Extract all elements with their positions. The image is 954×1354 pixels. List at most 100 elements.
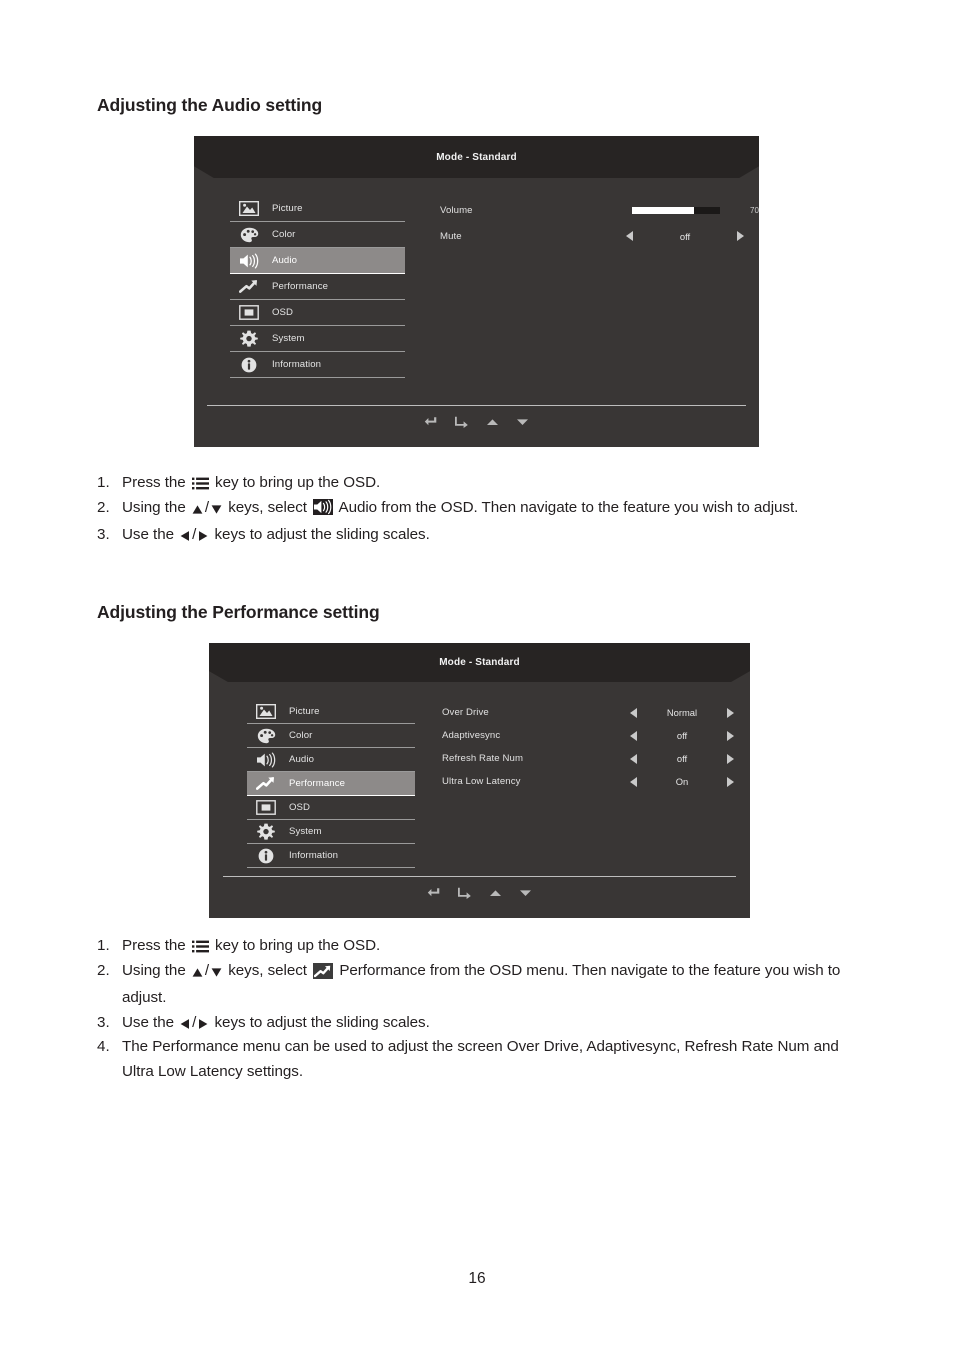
setting-row-over-drive[interactable]: Over Drive Normal [442, 701, 750, 724]
setting-control[interactable]: 70 [626, 206, 759, 215]
up-triangle-icon[interactable] [486, 416, 499, 428]
setting-control[interactable]: off [630, 730, 750, 741]
instruction-list-audio: 1. Press the key to bring up the OSD. 2. Us… [97, 471, 867, 548]
list-item: 3. Use the / keys to adjust the sliding s… [97, 1011, 867, 1036]
sidebar-item-label: Audio [289, 754, 315, 765]
enter-arrow-icon[interactable] [458, 887, 472, 899]
setting-control[interactable]: off [630, 753, 750, 764]
back-arrow-icon[interactable] [424, 416, 438, 428]
list-item-text: Use the / keys to adjust the sliding sca… [122, 1013, 430, 1031]
value-stepper[interactable]: off [630, 753, 734, 764]
list-item: 1. Press the key to bring up the OSD. [97, 471, 867, 496]
left-triangle-icon[interactable] [626, 231, 633, 241]
slider-fill [632, 206, 694, 214]
back-arrow-icon[interactable] [427, 887, 441, 899]
setting-control[interactable]: On [630, 776, 750, 787]
list-item: 3. Use the / keys to adjust the sliding s… [97, 523, 867, 548]
right-triangle-icon[interactable] [727, 730, 734, 741]
gear-icon [255, 823, 277, 841]
value-stepper[interactable]: off [630, 730, 734, 741]
sidebar-item-information[interactable]: Information [247, 844, 415, 868]
left-triangle-icon[interactable] [630, 776, 637, 787]
performance-icon [313, 962, 334, 987]
right-triangle-icon[interactable] [737, 231, 744, 241]
sidebar-item-audio[interactable]: Audio [230, 248, 405, 274]
setting-value: off [676, 753, 688, 764]
right-triangle-icon[interactable] [727, 753, 734, 764]
sidebar-item-osd[interactable]: OSD [247, 796, 415, 820]
osd-header: Mode - Standard [209, 643, 750, 682]
list-item-number: 3. [97, 526, 110, 544]
osd-footer [194, 405, 759, 447]
setting-row-mute[interactable]: Mute off [440, 223, 759, 249]
left-triangle-icon[interactable] [630, 707, 637, 718]
sidebar-item-color[interactable]: Color [230, 222, 405, 248]
down-triangle-icon[interactable] [516, 416, 529, 428]
setting-control[interactable]: off [626, 231, 759, 242]
down-triangle-icon[interactable] [519, 887, 532, 899]
setting-row-refresh-rate-num[interactable]: Refresh Rate Num off [442, 747, 750, 770]
sidebar-item-label: Color [272, 229, 296, 240]
list-item-number: 2. [97, 961, 110, 979]
picture-icon [255, 703, 277, 721]
setting-row-ultra-low-latency[interactable]: Ultra Low Latency On [442, 770, 750, 793]
sidebar-item-performance[interactable]: Performance [247, 772, 415, 796]
sidebar-item-system[interactable]: System [230, 326, 405, 352]
volume-slider[interactable] [632, 206, 720, 214]
setting-value: off [676, 730, 688, 741]
list-item-text: Using the / keys, select Audio from the … [122, 496, 867, 524]
setting-label: Refresh Rate Num [442, 753, 524, 764]
right-triangle-icon[interactable] [727, 776, 734, 787]
speaker-icon [238, 252, 260, 270]
speaker-icon [313, 498, 334, 524]
sidebar-item-audio[interactable]: Audio [247, 748, 415, 772]
left-triangle-icon [180, 1018, 190, 1030]
sidebar-item-picture[interactable]: Picture [230, 196, 405, 222]
palette-icon [238, 226, 260, 244]
left-triangle-icon[interactable] [630, 753, 637, 764]
list-item: 4. The Performance menu can be used to ad… [97, 1035, 867, 1084]
list-item-text: Use the / keys to adjust the sliding sca… [122, 526, 430, 544]
sidebar-item-label: Information [272, 359, 322, 370]
setting-label: Ultra Low Latency [442, 776, 521, 787]
setting-control[interactable]: Normal [630, 707, 750, 718]
enter-arrow-icon[interactable] [455, 416, 469, 428]
sidebar-item-performance[interactable]: Performance [230, 274, 405, 300]
manual-page: Adjusting the Audio setting Mode - Stand… [0, 0, 954, 1354]
sidebar-item-label: System [272, 333, 305, 344]
setting-row-volume[interactable]: Volume 70 [440, 197, 759, 223]
sidebar-item-picture[interactable]: Picture [247, 700, 415, 724]
list-item-number: 1. [97, 937, 110, 954]
sidebar-item-label: Picture [272, 203, 303, 214]
osd-mode-title: Mode - Standard [439, 657, 520, 668]
sidebar-item-information[interactable]: Information [230, 352, 405, 378]
setting-value: On [675, 776, 689, 787]
up-triangle-icon [192, 504, 203, 515]
value-stepper[interactable]: off [626, 231, 744, 242]
value-stepper[interactable]: On [630, 776, 734, 787]
sidebar-item-label: OSD [272, 307, 294, 318]
up-triangle-icon[interactable] [489, 887, 502, 899]
right-triangle-icon[interactable] [727, 707, 734, 718]
menu-list-icon [191, 477, 209, 490]
setting-value: Normal [666, 707, 698, 718]
instruction-list-performance: 1. Press the key to bring up the OSD. 2. Us… [97, 934, 867, 1085]
sidebar-item-label: System [289, 826, 322, 837]
sidebar-item-color[interactable]: Color [247, 724, 415, 748]
sidebar-item-osd[interactable]: OSD [230, 300, 405, 326]
down-triangle-icon [211, 967, 222, 978]
down-triangle-icon [211, 504, 222, 515]
left-triangle-icon[interactable] [630, 730, 637, 741]
osd-header: Mode - Standard [194, 136, 759, 178]
setting-label: Adaptivesync [442, 730, 501, 741]
right-triangle-icon [198, 1018, 208, 1030]
setting-value: off [679, 230, 691, 242]
sidebar-item-system[interactable]: System [247, 820, 415, 844]
right-triangle-icon [198, 530, 208, 542]
setting-row-adaptivesync[interactable]: Adaptivesync off [442, 724, 750, 747]
list-item-number: 3. [97, 1013, 110, 1031]
list-item-number: 2. [97, 498, 110, 516]
setting-label: Over Drive [442, 707, 489, 718]
divider [207, 405, 746, 406]
value-stepper[interactable]: Normal [630, 707, 734, 718]
